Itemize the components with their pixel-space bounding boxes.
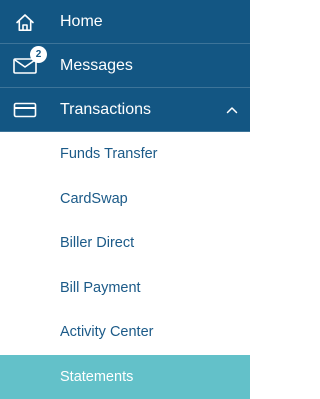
home-icon	[12, 9, 38, 35]
chevron-up-icon[interactable]	[226, 104, 238, 116]
submenu-item-statements[interactable]: Statements	[0, 354, 250, 399]
submenu-item-activity-center[interactable]: Activity Center	[0, 310, 250, 355]
menu-item-transactions-label: Transactions	[60, 100, 151, 118]
transactions-submenu: Funds Transfer CardSwap Biller Direct Bi…	[0, 132, 250, 399]
menu-item-messages[interactable]: 2 Messages	[0, 44, 250, 88]
submenu-item-funds-transfer[interactable]: Funds Transfer	[0, 132, 250, 177]
menu-item-home[interactable]: Home	[0, 0, 250, 44]
menu-item-transactions[interactable]: Transactions	[0, 88, 250, 132]
menu-item-home-label: Home	[60, 12, 103, 30]
envelope-icon: 2	[12, 45, 47, 79]
submenu-item-biller-direct[interactable]: Biller Direct	[0, 221, 250, 266]
submenu-item-bill-payment[interactable]: Bill Payment	[0, 266, 250, 311]
navigation-menu: Home 2 Messages Transactions Funds Trans…	[0, 0, 250, 399]
messages-count-badge: 2	[30, 45, 47, 63]
submenu-item-cardswap[interactable]: CardSwap	[0, 177, 250, 222]
card-icon	[12, 97, 38, 123]
menu-item-messages-label: Messages	[60, 56, 133, 74]
